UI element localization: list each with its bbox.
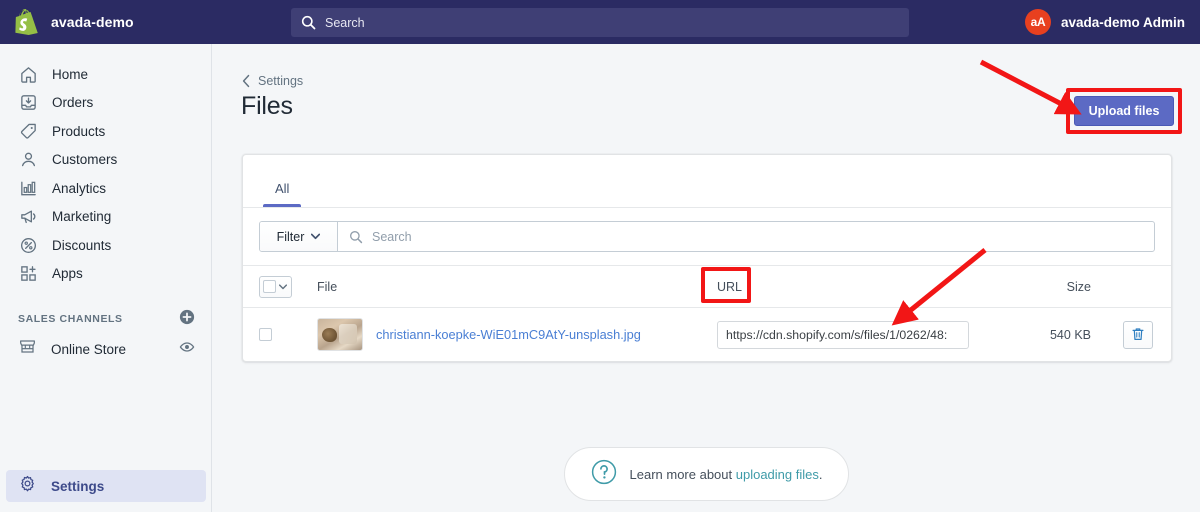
sidebar-item-settings[interactable]: Settings <box>6 470 206 502</box>
gear-icon <box>18 474 37 498</box>
help-text-suffix: . <box>818 466 823 482</box>
checkbox-dropdown-icon[interactable] <box>259 275 292 298</box>
apps-grid-plus-icon <box>18 264 38 284</box>
person-icon <box>18 150 38 170</box>
url-cell: https://cdn.shopify.com/s/files/1/0262/4… <box>717 320 975 349</box>
column-header-size: Size <box>1066 279 1091 294</box>
sidebar-item-orders[interactable]: Orders <box>0 89 211 118</box>
file-name-link[interactable]: christiann-koepke-WiE01mC9AtY-unsplash.j… <box>376 327 641 342</box>
tab-all[interactable]: All <box>261 181 303 207</box>
brand-name: avada-demo <box>51 14 134 30</box>
user-menu[interactable]: aA avada-demo Admin <box>1024 0 1185 44</box>
sidebar-item-label: Marketing <box>52 209 112 225</box>
upload-files-button[interactable]: Upload files <box>1074 96 1174 126</box>
sales-channels-header: SALES CHANNELS <box>0 304 211 334</box>
help-text-prefix: Learn more about <box>629 466 736 482</box>
sidebar-item-marketing[interactable]: Marketing <box>0 203 211 232</box>
plus-circle-icon[interactable] <box>179 309 195 330</box>
sales-channels-title: SALES CHANNELS <box>18 313 123 325</box>
sidebar-item-label: Home <box>52 66 89 82</box>
sidebar-item-label: Products <box>52 123 106 139</box>
upload-files-area: Upload files <box>1066 88 1182 134</box>
chevron-left-icon <box>242 74 250 88</box>
top-bar: avada-demo Search aA avada-demo Admin <box>0 0 1200 44</box>
column-header-url-label: URL <box>717 279 743 294</box>
help-text: Learn more about uploading files. <box>630 467 823 482</box>
user-name: avada-demo Admin <box>1060 14 1185 30</box>
files-search-placeholder: Search <box>372 229 412 244</box>
help-card: Learn more about uploading files. <box>563 447 850 501</box>
page-title: Files <box>241 92 293 120</box>
avatar: aA <box>1024 9 1051 35</box>
uploading-files-link[interactable]: uploading files <box>736 467 819 482</box>
select-all-cell <box>259 275 317 298</box>
sidebar-nav: Home Orders Products Customers Analytics… <box>0 44 211 288</box>
sidebar-item-home[interactable]: Home <box>0 60 211 89</box>
shopify-bag-icon <box>14 8 40 36</box>
filter-row: Filter Search <box>259 221 1155 252</box>
chevron-down-icon <box>311 233 321 240</box>
search-icon <box>350 230 363 243</box>
column-header-url: URL <box>701 266 975 303</box>
url-field[interactable]: https://cdn.shopify.com/s/files/1/0262/4… <box>717 320 969 349</box>
file-size: 540 KB <box>1049 327 1091 342</box>
tab-bar: All <box>243 155 1171 208</box>
breadcrumb[interactable]: Settings <box>241 74 303 88</box>
row-actions-cell <box>1105 320 1171 349</box>
chevron-down-icon <box>279 283 287 289</box>
delete-file-button[interactable] <box>1123 320 1153 349</box>
breadcrumb-label: Settings <box>258 74 304 88</box>
column-header-file: File <box>317 279 338 294</box>
sidebar-item-label: Online Store <box>51 341 127 357</box>
row-select-cell <box>259 328 317 341</box>
sidebar-item-apps[interactable]: Apps <box>0 260 211 289</box>
global-search-placeholder: Search <box>325 15 365 30</box>
megaphone-icon <box>18 207 38 227</box>
sidebar-item-analytics[interactable]: Analytics <box>0 174 211 203</box>
question-circle-icon <box>591 459 617 490</box>
sidebar-item-label: Settings <box>51 478 105 494</box>
sidebar-item-label: Orders <box>52 95 94 111</box>
sidebar-item-online-store[interactable]: Online Store <box>0 334 211 364</box>
trash-icon <box>1132 328 1144 341</box>
shopify-admin-files-page: avada-demo Search aA avada-demo Admin Ho… <box>0 0 1200 512</box>
files-card: All Filter Search File URL Size christia… <box>242 154 1172 362</box>
sidebar-item-label: Discounts <box>52 237 112 253</box>
sidebar-item-products[interactable]: Products <box>0 117 211 146</box>
home-icon <box>18 64 38 84</box>
sidebar-item-label: Customers <box>52 152 118 168</box>
percent-circle-icon <box>18 235 38 255</box>
sidebar-item-discounts[interactable]: Discounts <box>0 231 211 260</box>
row-checkbox[interactable] <box>259 328 272 341</box>
sidebar-item-customers[interactable]: Customers <box>0 146 211 175</box>
select-all-checkbox[interactable] <box>263 280 276 293</box>
eye-icon[interactable] <box>179 339 195 360</box>
storefront-icon <box>18 337 37 361</box>
filter-bar: Filter Search <box>243 208 1171 265</box>
search-icon <box>301 15 316 30</box>
image-thumbnail[interactable] <box>317 318 363 351</box>
table-header-row: File URL Size <box>243 265 1171 307</box>
files-search-input[interactable]: Search <box>338 222 1154 251</box>
sidebar: Home Orders Products Customers Analytics… <box>0 44 212 512</box>
tag-icon <box>18 121 38 141</box>
filter-button[interactable]: Filter <box>260 222 338 251</box>
table-row: christiann-koepke-WiE01mC9AtY-unsplash.j… <box>243 307 1171 361</box>
file-cell: christiann-koepke-WiE01mC9AtY-unsplash.j… <box>317 318 717 351</box>
bar-chart-icon <box>18 178 38 198</box>
sidebar-item-label: Apps <box>52 266 83 282</box>
orders-inbox-icon <box>18 93 38 113</box>
main-content: Settings Files Upload files All Filter S… <box>213 44 1200 512</box>
brand-logo-area[interactable]: avada-demo <box>0 8 215 36</box>
filter-button-label: Filter <box>276 229 305 244</box>
sidebar-item-label: Analytics <box>52 180 107 196</box>
global-search-input[interactable]: Search <box>291 8 909 37</box>
